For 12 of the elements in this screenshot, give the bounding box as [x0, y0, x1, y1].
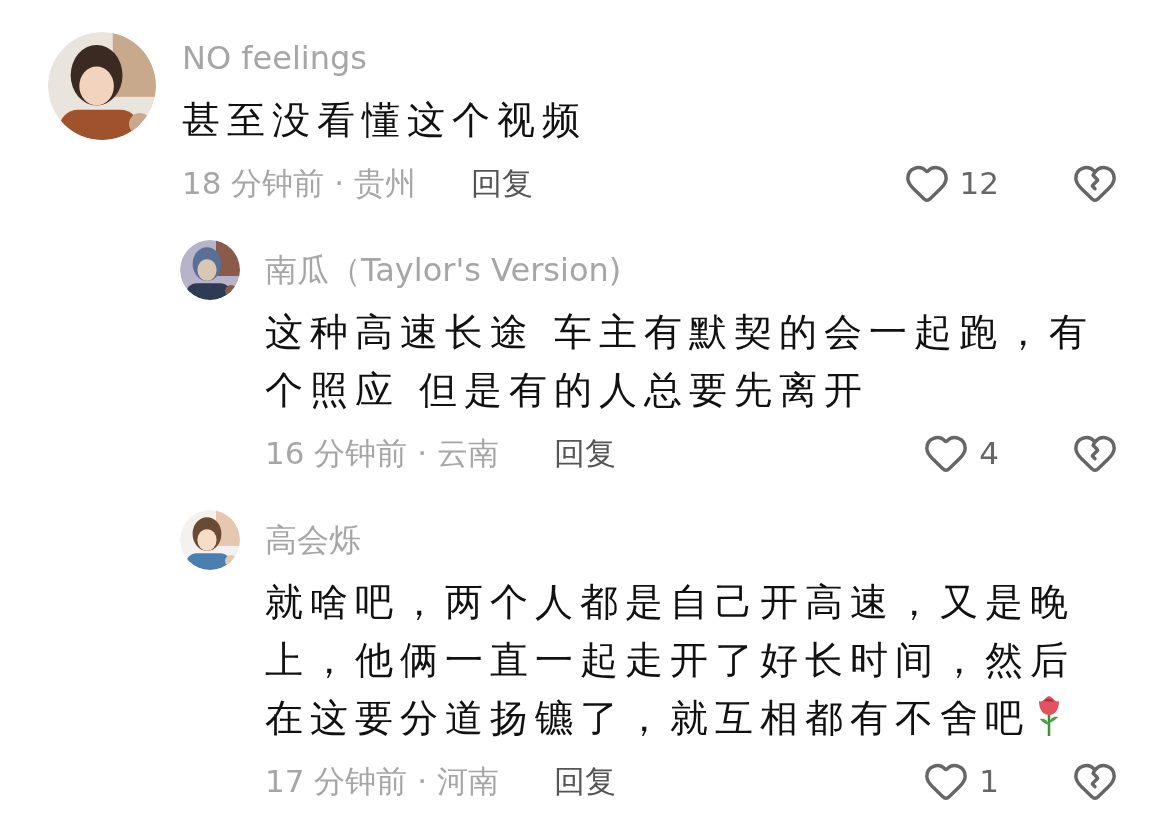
timestamp: 17 分钟前 · 河南	[265, 761, 499, 801]
like-count: 4	[979, 433, 999, 473]
comment-text: 就啥吧，两个人都是自己开高速，又是晚上，他俩一直一起走开了好长时间，然后在这要分道扬镳了，就互相都有不舍吧	[265, 579, 1076, 742]
like-count: 12	[959, 163, 999, 203]
reply-button[interactable]: 回复	[553, 429, 616, 477]
reply-button[interactable]: 回复	[553, 757, 616, 805]
like-count: 1	[979, 761, 999, 801]
comment-text: 甚至没看懂这个视频	[182, 97, 588, 144]
reply-button[interactable]: 回复	[470, 159, 533, 207]
timestamp: 18 分钟前 · 贵州	[182, 163, 416, 203]
timestamp: 16 分钟前 · 云南	[265, 433, 499, 473]
comment-text: 这种高速长途 车主有默契的会一起跑，有个照应 但是有的人总要先离开	[265, 309, 1096, 414]
